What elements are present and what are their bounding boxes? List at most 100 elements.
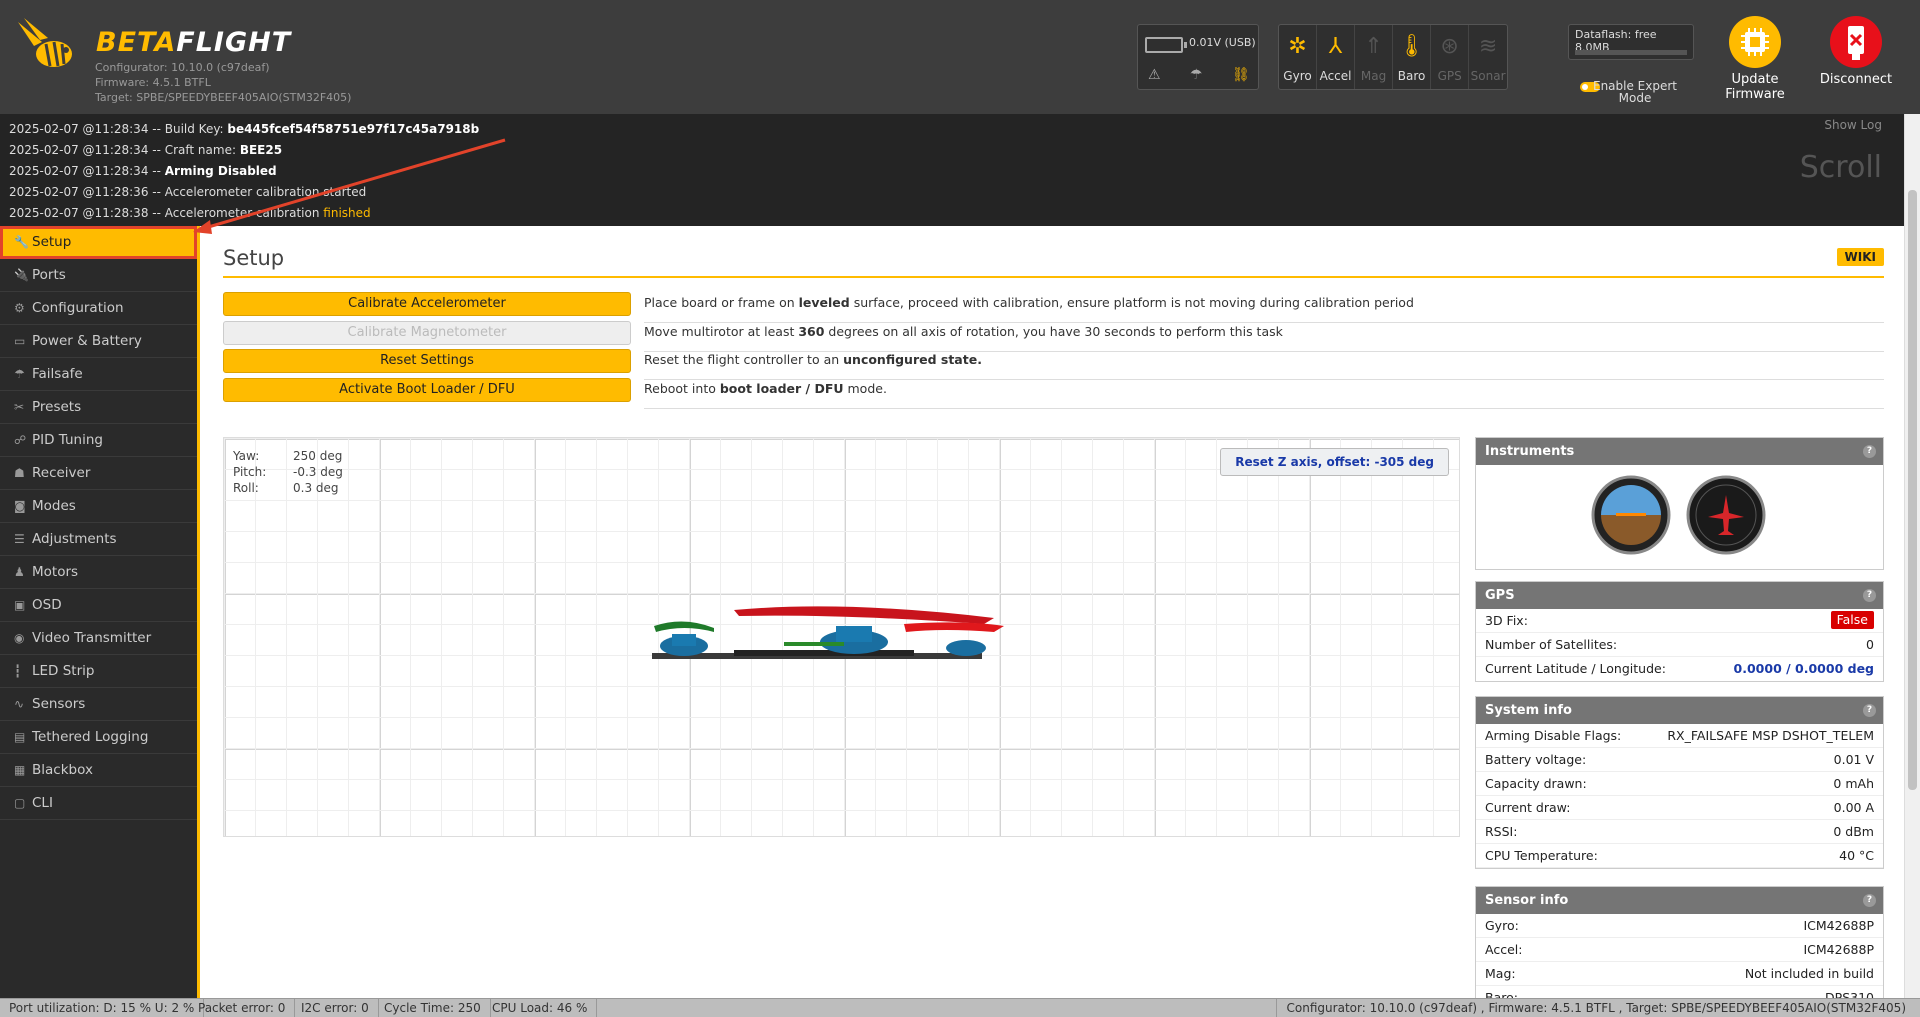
show-log-link[interactable]: Show Log — [1824, 118, 1882, 132]
sidebar-item-cli[interactable]: ▢ CLI — [0, 787, 197, 820]
log-line: 2025-02-07 @11:28:36 -- Accelerometer ca… — [9, 182, 1895, 203]
sidebar-item-setup[interactable]: 🔧 Setup — [0, 226, 197, 259]
description-bold: boot loader / DFU — [719, 381, 844, 396]
row-value: 40 °C — [1839, 848, 1874, 863]
sensor-info-rows: Gyro: ICM42688P Accel: ICM42688P Mag: Not inc… — [1476, 914, 1883, 998]
calibrate-magnetometer-button[interactable]: Calibrate Magnetometer — [223, 321, 631, 345]
reset-z-axis-button[interactable]: Reset Z axis, offset: -305 deg — [1220, 448, 1449, 476]
plug-icon: 🔌 — [14, 268, 29, 282]
row-label: RSSI: — [1485, 824, 1518, 839]
sidebar-item-osd[interactable]: ▣ OSD — [0, 589, 197, 622]
sensor-gyro: ✲ Gyro — [1279, 25, 1318, 89]
log-bold: BEE25 — [239, 143, 283, 157]
status-bar-version-info: Configurator: 10.10.0 (c97deaf) , Firmwa… — [1275, 999, 1906, 1017]
description-text: mode. — [843, 381, 887, 396]
led-icon: ┇ — [14, 664, 22, 678]
sidebar-item-adjustments[interactable]: ☰ Adjustments — [0, 523, 197, 556]
mag-icon: ⇑ — [1364, 34, 1383, 59]
sidebar-item-label: OSD — [32, 597, 62, 613]
log-panel: 2025-02-07 @11:28:34 -- Build Key: be445… — [0, 114, 1904, 226]
title-divider — [223, 276, 1884, 278]
dataflash-status: Dataflash: free 8.0MB — [1568, 24, 1694, 60]
sidebar-item-tethered-logging[interactable]: ▤ Tethered Logging — [0, 721, 197, 754]
scrollbar-thumb[interactable] — [1908, 190, 1917, 790]
log-text: 2025-02-07 @11:28:34 -- Craft name: — [9, 143, 240, 157]
firmware-version: Firmware: 4.5.1 BTFL — [95, 76, 211, 89]
gear-icon: ⚙ — [14, 301, 25, 315]
top-header: BETAFLIGHT Configurator: 10.10.0 (c97dea… — [0, 0, 1920, 114]
pitch-row: Pitch: -0.3 deg — [233, 464, 343, 480]
sensor-gps: ⊛ GPS — [1431, 25, 1470, 89]
i2c-error: I2C error: 0 — [292, 999, 379, 1017]
sidebar-item-label: Ports — [32, 267, 66, 283]
sidebar-item-video-transmitter[interactable]: ◉ Video Transmitter — [0, 622, 197, 655]
sidebar-item-ports[interactable]: 🔌 Ports — [0, 259, 197, 292]
sensor-baro: 🌡 Baro — [1393, 25, 1432, 89]
log-text: 2025-02-07 @11:28:36 -- Accelerometer ca… — [9, 185, 367, 199]
sidebar-item-blackbox[interactable]: ▦ Blackbox — [0, 754, 197, 787]
battery-icon: ▭ — [14, 334, 26, 348]
calibrate-accelerometer-button[interactable]: Calibrate Accelerometer — [223, 292, 631, 316]
disconnect-label: Disconnect — [1819, 72, 1893, 87]
reset-settings-button[interactable]: Reset Settings — [223, 349, 631, 373]
vertical-scrollbar[interactable] — [1904, 114, 1920, 998]
sidebar-item-label: CLI — [32, 795, 53, 811]
roll-value: 0.3 deg — [293, 481, 339, 495]
info-row: Baro: DPS310 — [1476, 986, 1883, 998]
sensor-status-bar: ✲ Gyro ⅄ Accel ⇑ Mag 🌡 Baro ⊛ GPS ≋ Sonar — [1278, 24, 1508, 90]
row-label: Current Latitude / Longitude: — [1485, 661, 1666, 676]
modes-icon: ◙ — [14, 499, 26, 513]
sidebar-item-receiver[interactable]: ☗ Receiver — [0, 457, 197, 490]
help-icon[interactable]: ? — [1863, 445, 1876, 458]
sensor-label: Mag — [1360, 69, 1387, 83]
sidebar-item-label: Modes — [32, 498, 76, 514]
sensor-info-panel: Sensor info? Gyro: ICM42688P Accel: ICM4268… — [1475, 886, 1884, 998]
sidebar-item-label: Adjustments — [32, 531, 117, 547]
roll-row: Roll: 0.3 deg — [233, 480, 343, 496]
description-bold: unconfigured state. — [843, 352, 982, 367]
gps-latlon-row: Current Latitude / Longitude: 0.0000 / 0.… — [1476, 657, 1883, 681]
sensor-label: Accel — [1319, 69, 1352, 83]
row-value: RX_FAILSAFE MSP DSHOT_TELEM — [1667, 728, 1874, 743]
sidebar-item-led-strip[interactable]: ┇ LED Strip — [0, 655, 197, 688]
expert-mode-label: Enable Expert Mode — [1592, 79, 1677, 105]
chip-icon — [1729, 16, 1781, 68]
instrument-gauges — [1591, 475, 1766, 555]
sensor-label: GPS — [1437, 69, 1462, 83]
info-row: Capacity drawn: 0 mAh — [1476, 772, 1883, 796]
info-row: Accel: ICM42688P — [1476, 938, 1883, 962]
row-label: Capacity drawn: — [1485, 776, 1587, 791]
craft-3d-model-view[interactable]: Yaw: 250 deg Pitch: -0.3 deg Roll: 0.3 deg … — [223, 437, 1460, 837]
brand-wordmark: BETAFLIGHT — [96, 28, 291, 58]
port-utilization: Port utilization: D: 15 % U: 2 % — [0, 999, 205, 1017]
attitude-readout: Yaw: 250 deg Pitch: -0.3 deg Roll: 0.3 deg — [233, 448, 343, 496]
sidebar-item-configuration[interactable]: ⚙ Configuration — [0, 292, 197, 325]
receiver-icon: ☗ — [14, 466, 25, 480]
wiki-button[interactable]: WIKI — [1836, 248, 1884, 266]
activate-boot-loader-dfu-button[interactable]: Activate Boot Loader / DFU — [223, 378, 631, 402]
setup-tab-content: Setup WIKI Calibrate Accelerometer Place … — [203, 226, 1904, 998]
row-label: Battery voltage: — [1485, 752, 1587, 767]
sidebar-item-presets[interactable]: ✂ Presets — [0, 391, 197, 424]
help-icon[interactable]: ? — [1863, 894, 1876, 907]
help-icon[interactable]: ? — [1863, 704, 1876, 717]
sidebar-item-motors[interactable]: ♟ Motors — [0, 556, 197, 589]
configurator-version: Configurator: 10.10.0 (c97deaf) — [95, 61, 270, 74]
update-firmware-button[interactable]: Update Firmware — [1710, 16, 1800, 102]
sidebar-item-power-battery[interactable]: ▭ Power & Battery — [0, 325, 197, 358]
sidebar-item-sensors[interactable]: ∿ Sensors — [0, 688, 197, 721]
update-firmware-label: Update Firmware — [1725, 72, 1785, 102]
gps-title: GPS — [1485, 588, 1515, 603]
sidebar-item-failsafe[interactable]: ☂ Failsafe — [0, 358, 197, 391]
row-label: Current draw: — [1485, 800, 1571, 815]
system-info-title: System info — [1485, 703, 1572, 718]
sidebar-item-modes[interactable]: ◙ Modes — [0, 490, 197, 523]
disconnect-button[interactable]: Disconnect — [1811, 16, 1901, 87]
sidebar-item-label: Receiver — [32, 465, 91, 481]
info-row: Gyro: ICM42688P — [1476, 914, 1883, 938]
help-icon[interactable]: ? — [1863, 589, 1876, 602]
sidebar-item-pid-tuning[interactable]: ☍ PID Tuning — [0, 424, 197, 457]
dataflash-label: Dataflash: free — [1575, 28, 1657, 41]
row-value: 0.00 A — [1833, 800, 1874, 815]
pitch-label: Pitch: — [233, 465, 267, 479]
